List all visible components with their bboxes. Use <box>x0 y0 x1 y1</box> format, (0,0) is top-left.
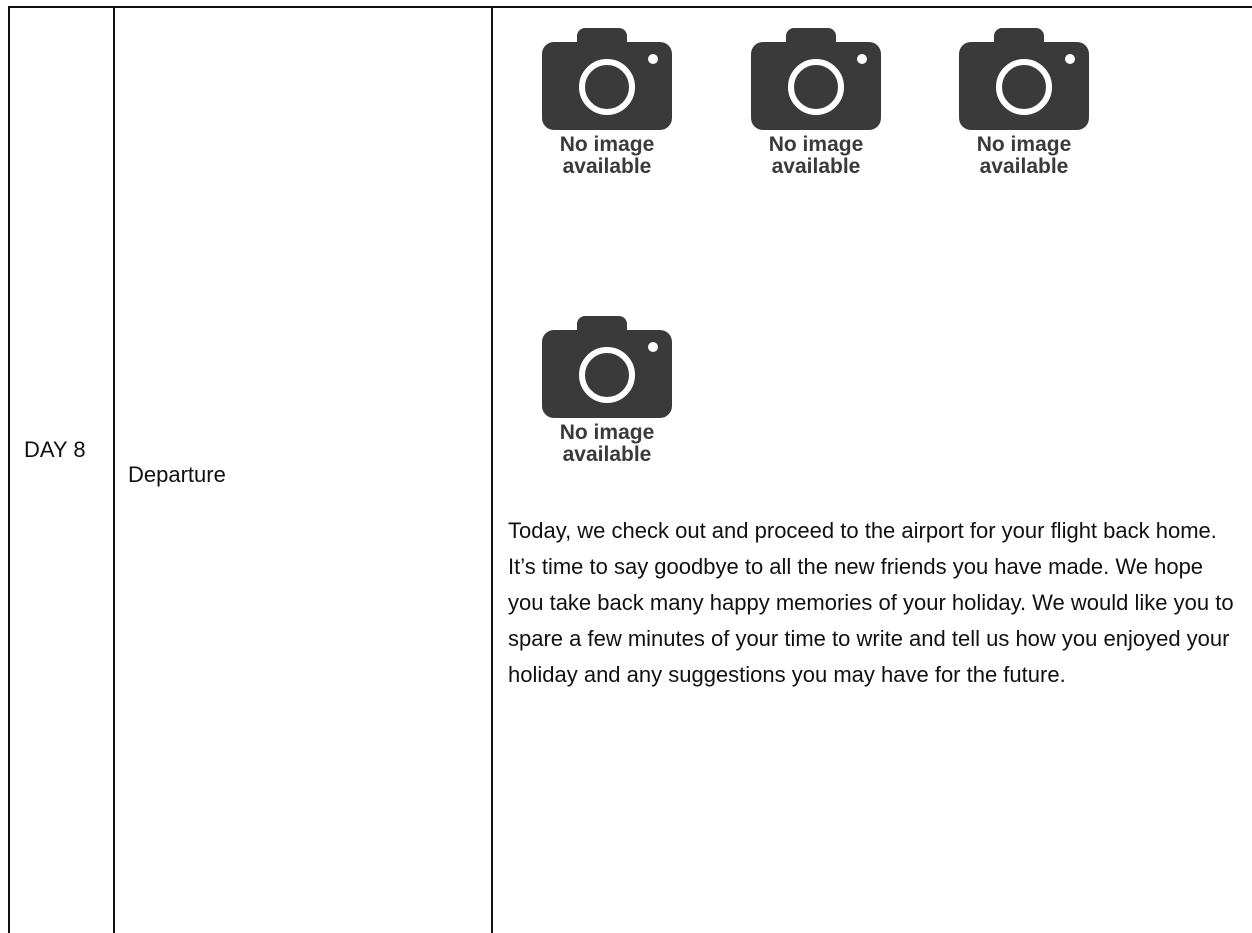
day-description: Today, we check out and proceed to the a… <box>508 518 1234 687</box>
camera-icon <box>751 28 881 130</box>
no-image-caption: No image available <box>559 133 655 178</box>
column-divider-title <box>491 6 493 933</box>
camera-icon <box>542 316 672 418</box>
day-title-cell: Departure <box>128 462 226 487</box>
table-left-border <box>8 6 10 933</box>
no-image-caption: No image available <box>976 133 1072 178</box>
column-divider-day <box>113 6 115 933</box>
table-top-border <box>8 6 1252 8</box>
no-image-placeholder-4: No image available <box>540 316 680 476</box>
no-image-caption: No image available <box>768 133 864 178</box>
no-image-caption: No image available <box>559 421 655 466</box>
no-image-placeholder-1: No image available <box>540 28 680 188</box>
itinerary-table: DAY 8 Departure No image available No im… <box>0 0 1252 933</box>
camera-icon <box>959 28 1089 130</box>
day-number-cell: DAY 8 <box>24 437 86 462</box>
camera-icon <box>542 28 672 130</box>
no-image-placeholder-3: No image available <box>957 28 1097 188</box>
no-image-placeholder-2: No image available <box>749 28 889 188</box>
